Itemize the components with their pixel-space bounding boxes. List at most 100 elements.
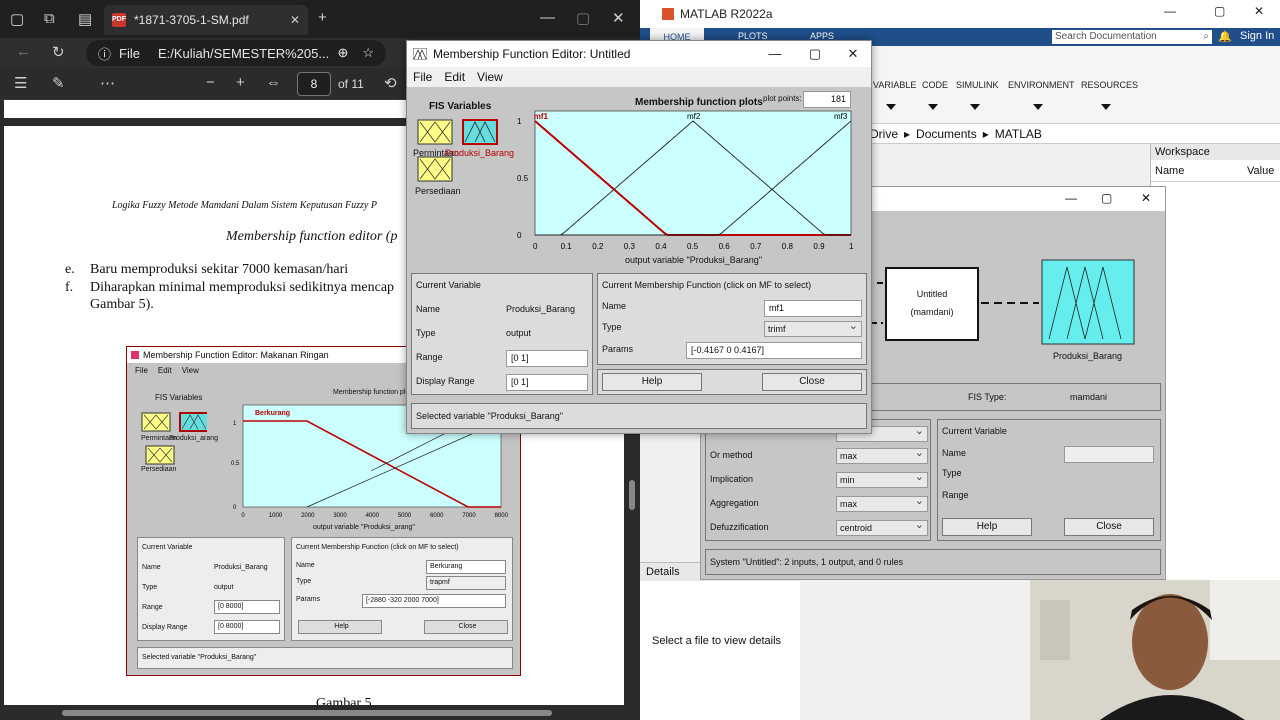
tab-list-icon[interactable]: ▤ [78,10,92,28]
close-window-icon[interactable]: ✕ [612,9,625,27]
zoom-out-icon[interactable]: − [206,74,215,91]
output-variable-icon[interactable] [1041,259,1135,347]
output-produksi-barang-icon[interactable] [462,119,498,145]
figure-current-mf-panel: Current Membership Function (click on MF… [291,537,513,641]
cv-type-value: output [506,328,532,338]
close-button[interactable]: Close [762,373,862,391]
page-total: of 11 [338,77,364,91]
current-folder-path[interactable]: Drive ▸ Documents ▸ MATLAB [870,124,1280,144]
figure-status-text: Selected variable "Produksi_Barang" [142,654,257,661]
input-persediaan-icon[interactable] [417,156,453,182]
mf-type-select[interactable]: trimf [764,319,862,337]
minimize-icon[interactable]: — [1164,4,1176,18]
mf-params-input[interactable]: [-0.4167 0 0.4167] [686,342,862,359]
x-tick-label: 0.2 [592,242,604,251]
cv-name-label: Name [416,304,441,314]
favorite-star-icon[interactable]: ☆ [362,45,374,61]
minimize-icon[interactable]: — [540,9,555,26]
highlight-icon[interactable]: ✎ [52,74,65,92]
minimize-icon[interactable]: — [755,41,795,67]
close-window-icon[interactable]: ✕ [833,41,873,67]
close-window-icon[interactable]: ✕ [1254,4,1264,18]
var-label-persediaan: Persediaan [415,186,461,196]
figure-help-button: Help [298,620,382,634]
menu-edit[interactable]: Edit [444,70,465,84]
mf-plot[interactable]: mf1 mf2 mf3 1 0.5 0 0 0.1 0.2 0.3 0.4 0.5 0.6 0.7 0.… [515,107,861,269]
tab-pdf[interactable]: PDF *1871-3705-1-SM.pdf ✕ [104,5,308,35]
maximize-icon[interactable]: ▢ [576,9,590,27]
new-tab-icon[interactable]: + [318,9,327,26]
y-tick-label: 1 [517,117,522,126]
details-text: Select a file to view details [652,635,782,647]
tab-actions-icon[interactable]: ⧉ [44,10,55,27]
maximize-icon[interactable]: ▢ [795,41,835,67]
path-segment[interactable]: Drive [870,127,898,141]
aggregation-select[interactable]: max [836,494,928,512]
figure-menu-view: View [181,366,199,375]
back-icon[interactable]: ← [16,43,31,60]
implication-select[interactable]: min [836,470,928,488]
cv-display-range-input[interactable]: [0 1] [506,374,588,391]
fis-help-button[interactable]: Help [942,518,1032,536]
figure-mf-params-label: Params [296,596,321,603]
maximize-icon[interactable]: ▢ [1101,191,1112,205]
rotate-icon[interactable]: ⟲ [384,74,397,92]
defuzzification-select[interactable]: centroid [836,518,928,536]
input-permintaan-icon[interactable] [417,119,453,145]
implication-label: Implication [710,474,754,484]
contents-icon[interactable]: ☰ [14,74,27,92]
page-number-input[interactable]: 8 [297,72,331,96]
notification-bell-icon[interactable]: 🔔 [1218,30,1232,43]
figure-close-button: Close [424,620,508,634]
mf-name-label-1[interactable]: mf1 [534,112,549,121]
zoom-in-icon[interactable]: + [236,74,245,91]
path-segment[interactable]: Documents [916,127,977,141]
close-tab-icon[interactable]: ✕ [290,13,300,27]
chevron-down-icon[interactable] [1033,104,1043,110]
fis-cv-name-input[interactable] [1064,446,1154,463]
pdf-horizontal-scrollbar[interactable] [0,705,640,720]
figure-title-text: Membership Function Editor: Makanan Ring… [143,350,329,360]
mf-editor-title: Membership Function Editor: Untitled [433,47,631,61]
maximize-icon[interactable]: ▢ [1214,4,1225,18]
sign-in-link[interactable]: Sign In [1240,30,1274,42]
x-tick-label: 0.7 [750,242,762,251]
search-documentation-input[interactable]: Search Documentation ⌕ [1052,30,1212,44]
refresh-icon[interactable]: ↻ [52,43,65,61]
chevron-down-icon[interactable] [928,104,938,110]
figure-xtick: 5000 [398,513,412,519]
chevron-down-icon[interactable] [886,104,896,110]
chevron-down-icon[interactable] [970,104,980,110]
mf-editor-menubar: File Edit View [407,67,871,87]
x-tick-label: 0.8 [782,242,794,251]
or-method-select[interactable]: max [836,446,928,464]
cv-header: Current Variable [416,280,481,290]
address-bar[interactable]: ⓘ File E:/Kuliah/SEMESTER%205... ⊕ ☆ [86,40,386,66]
ws-col-value[interactable]: Value [1243,165,1274,177]
mf-name-label-3[interactable]: mf3 [834,112,848,121]
scroll-thumb[interactable] [629,480,635,510]
fit-page-icon[interactable]: ⇔ [266,74,281,91]
more-icon[interactable]: ⋯ [100,74,115,92]
help-button[interactable]: Help [602,373,702,391]
zoom-icon[interactable]: ⊕ [337,45,348,61]
mf-name-label-2[interactable]: mf2 [687,112,701,121]
plot-points-input[interactable]: 181 [803,91,851,108]
path-segment[interactable]: MATLAB [995,127,1042,141]
app-menu-icon[interactable]: ▢ [10,10,24,28]
scroll-thumb[interactable] [62,710,552,716]
ws-col-name[interactable]: Name [1151,165,1243,177]
menu-view[interactable]: View [477,70,503,84]
figure-mf-name-label: Name [296,562,315,569]
chevron-down-icon[interactable] [1101,104,1111,110]
section-variable: VARIABLE [873,80,917,90]
cv-range-input[interactable]: [0 1] [506,350,588,367]
address-text: E:/Kuliah/SEMESTER%205... [157,45,330,61]
minimize-icon[interactable]: — [1065,191,1077,205]
close-window-icon[interactable]: ✕ [1141,191,1151,205]
mf-name-input[interactable]: mf1 [764,300,862,317]
fis-close-button[interactable]: Close [1064,518,1154,536]
figure-var-label: Persediaan [141,466,177,473]
menu-file[interactable]: File [413,70,432,84]
mf-editor-titlebar: Membership Function Editor: Untitled — ▢… [407,41,871,67]
